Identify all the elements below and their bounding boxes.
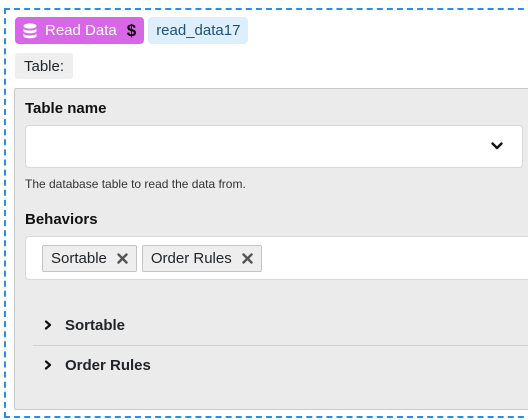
remove-order-rules-icon[interactable] [242,252,253,264]
behavior-chip-order-rules: Order Rules [141,244,262,272]
behavior-chip-sortable: Sortable [42,244,137,272]
chip-label: Sortable [51,249,107,267]
accordion-label: Sortable [65,316,126,334]
accordion-sortable[interactable]: Sortable [33,306,528,344]
behaviors-label: Behaviors [25,211,98,228]
database-icon [23,22,37,38]
block-title: Read Data [45,22,117,39]
accordion-order-rules[interactable]: Order Rules [33,346,528,384]
block-id-badge[interactable]: read_data17 [148,17,249,44]
table-settings-panel: Table name The database table to read th… [14,88,528,410]
dollar-icon: $ [126,20,137,40]
table-name-select[interactable] [25,125,523,168]
chevron-down-icon [491,142,503,150]
chevron-right-icon [44,320,52,330]
remove-sortable-icon[interactable] [117,252,128,264]
chip-label: Order Rules [150,249,232,267]
behaviors-multiselect[interactable]: Sortable Order Rules [25,236,528,280]
section-label: Table: [15,53,74,79]
table-name-help: The database table to read the data from… [25,177,246,191]
chevron-right-icon [44,360,52,370]
accordion-label: Order Rules [65,356,151,374]
table-name-label: Table name [25,100,107,117]
read-data-block-badge[interactable]: Read Data $ [15,17,145,44]
block-header: Read Data $ read_data17 [15,17,249,44]
